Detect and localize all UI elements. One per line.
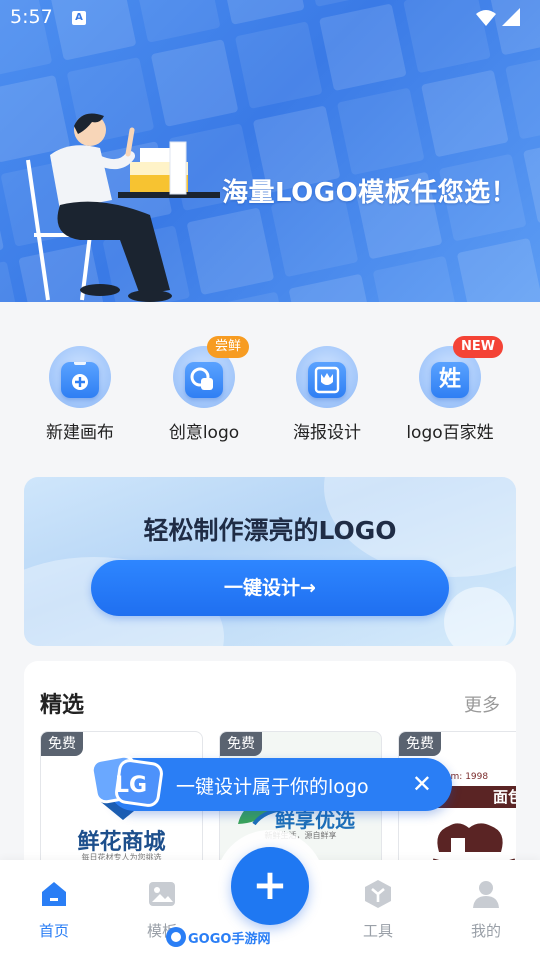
tool-cube-icon [365,880,391,908]
nav-label: 我的 [470,922,501,940]
plus-box-icon [72,362,88,390]
quick-action-label: 海报设计 [293,423,361,443]
logo-tile [420,69,509,158]
quick-action-label: 新建画布 [46,423,114,443]
free-badge: 免费 [399,732,441,756]
quick-action-new-canvas[interactable]: 新建画布 [20,346,140,443]
surname-icon: 姓 [438,367,461,392]
featured-title: 精选 [40,693,85,718]
quick-actions: 新建画布 尝鲜 创意logo 海报设计 姓 NEW logo百家姓 [0,302,540,472]
creative-shapes-icon [190,367,213,390]
promo-title: 轻松制作漂亮的LOGO [143,516,397,545]
quick-action-surname-logo[interactable]: 姓 NEW logo百家姓 [390,336,510,443]
more-link[interactable]: 更多 [464,691,500,717]
status-bar: 5:57 A [0,0,540,36]
one-click-design-button[interactable]: 一键设计→ [91,560,449,616]
toast-text: 一键设计属于你的logo [176,776,369,798]
template-image-icon [149,882,175,906]
create-fab-button[interactable]: + [231,847,309,925]
nav-item-tools[interactable]: 工具 [343,878,413,941]
new-feature-badge: 尝鲜 [207,336,250,358]
svg-text:GOGO手游网: GOGO手游网 [188,931,270,947]
logo-tile [505,51,540,140]
wifi-icon [476,10,496,26]
new-badge: NEW [453,336,504,358]
free-badge: 免费 [41,732,83,756]
svg-text:LG: LG [115,773,147,798]
nav-item-profile[interactable]: 我的 [451,878,521,941]
home-icon [42,882,66,906]
free-badge: 免费 [220,732,262,756]
status-time: 5:57 [10,6,53,28]
designer-illustration [26,113,220,302]
logo-tile [522,135,540,224]
nav-label: 工具 [362,922,393,940]
logo-tile [372,255,461,302]
logo-tile [456,237,540,302]
notification-icon: A [72,11,86,25]
cellular-signal-icon [502,8,520,26]
signal-wifi-icons [476,8,520,26]
quick-action-poster-design[interactable]: 海报设计 [267,346,387,443]
nav-label: 首页 [38,922,69,940]
logo-tile [336,87,425,176]
hero-banner[interactable]: 海量LOGO模板任您选！ [0,0,540,302]
nav-item-home[interactable]: 首页 [19,878,89,941]
quick-action-label: logo百家姓 [406,423,494,443]
poster-tulip-icon [314,366,340,394]
lg-logo-icon: LG [90,754,163,807]
quick-action-label: 创意logo [168,423,240,443]
logo-tile [288,273,377,302]
profile-icon [473,881,499,908]
watermark: GOGO手游网 [166,927,270,947]
logo-tile [0,261,22,302]
hero-slogan: 海量LOGO模板任您选！ [222,178,518,208]
close-icon[interactable]: ✕ [412,770,432,798]
promo-banner: 轻松制作漂亮的LOGO 一键设计→ [24,477,516,646]
quick-action-creative-logo[interactable]: 尝鲜 创意logo [144,336,264,443]
